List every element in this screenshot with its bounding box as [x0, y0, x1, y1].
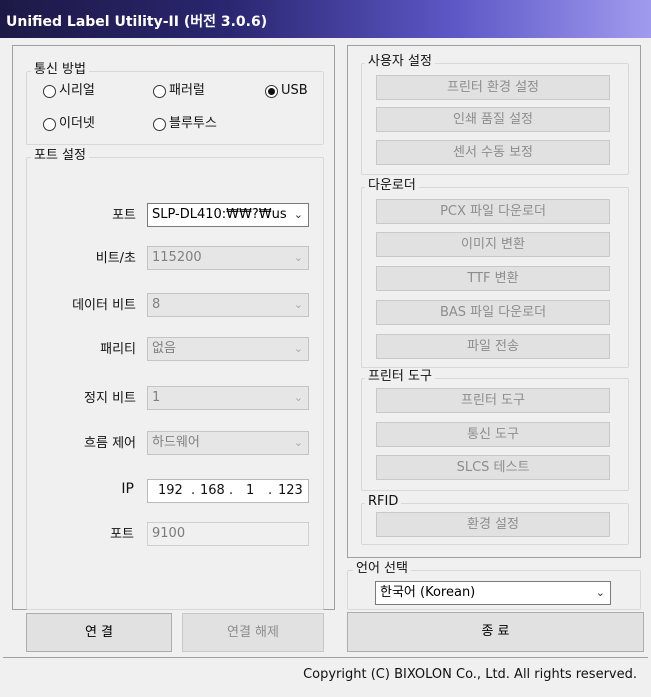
ip-dot-3: .: [268, 483, 273, 498]
language-select[interactable]: 한국어 (Korean) ⌄: [375, 581, 611, 605]
rfid-legend: RFID: [365, 494, 402, 510]
user-settings-legend: 사용자 설정: [365, 54, 435, 70]
port-select-value: SLP-DL410:₩₩?₩us: [152, 207, 287, 222]
radio-parallel[interactable]: 패러럴: [153, 83, 205, 99]
stopbits-select[interactable]: 1 ⌄: [147, 386, 309, 410]
radio-ethernet-label: 이더넷: [59, 116, 95, 131]
pcx-downloader-button[interactable]: PCX 파일 다운로더: [376, 199, 610, 224]
radio-usb-dot: [265, 84, 278, 98]
printer-tools-legend: 프린터 도구: [365, 369, 435, 385]
chevron-down-icon: ⌄: [293, 298, 303, 311]
language-select-value: 한국어 (Korean): [380, 585, 476, 600]
port-label: 포트: [112, 208, 136, 223]
chevron-down-icon: ⌄: [293, 391, 303, 404]
image-convert-button[interactable]: 이미지 변환: [376, 232, 610, 257]
chevron-down-icon: ⌄: [293, 436, 303, 449]
radio-serial[interactable]: 시리얼: [43, 83, 95, 99]
radio-ethernet[interactable]: 이더넷: [43, 116, 95, 132]
chevron-down-icon: ⌄: [595, 586, 605, 599]
radio-bluetooth-label: 블루투스: [169, 116, 217, 131]
radio-usb[interactable]: USB: [265, 83, 308, 99]
databits-select[interactable]: 8 ⌄: [147, 293, 309, 317]
port-select[interactable]: SLP-DL410:₩₩?₩us ⌄: [147, 203, 309, 227]
tcp-port-label: 포트: [110, 527, 134, 542]
radio-ethernet-dot: [43, 117, 56, 131]
parity-label: 패리티: [100, 342, 136, 357]
ip-octet-1[interactable]: 192: [158, 480, 183, 502]
radio-bluetooth-dot: [153, 117, 166, 131]
printer-tool-button[interactable]: 프린터 도구: [376, 388, 610, 413]
printer-env-settings-button[interactable]: 프린터 환경 설정: [376, 75, 610, 100]
bas-downloader-button[interactable]: BAS 파일 다운로더: [376, 300, 610, 325]
ip-octet-3[interactable]: 1: [246, 480, 254, 502]
language-legend: 언어 선택: [353, 561, 411, 577]
parity-select-value: 없음: [152, 341, 176, 356]
footer-divider: [3, 657, 648, 658]
file-transfer-button[interactable]: 파일 전송: [376, 334, 610, 359]
sensor-calibration-button[interactable]: 센서 수동 보정: [376, 140, 610, 165]
databits-label: 데이터 비트: [72, 298, 136, 313]
radio-serial-dot: [43, 84, 56, 98]
chevron-down-icon: ⌄: [293, 208, 303, 221]
connect-button[interactable]: 연 결: [26, 613, 172, 652]
stopbits-label: 정지 비트: [84, 391, 136, 406]
slcs-test-button[interactable]: SLCS 테스트: [376, 455, 610, 480]
radio-usb-label: USB: [281, 83, 308, 98]
copyright-text: Copyright (C) BIXOLON Co., Ltd. All righ…: [303, 667, 637, 682]
baud-select-value: 115200: [152, 250, 202, 265]
comm-method-legend: 통신 방법: [31, 62, 89, 78]
flow-select-value: 하드웨어: [152, 435, 200, 450]
radio-parallel-dot: [153, 84, 166, 98]
disconnect-button[interactable]: 연결 해제: [182, 613, 324, 652]
ip-octet-4[interactable]: 123: [278, 480, 303, 502]
radio-parallel-label: 패러럴: [169, 83, 205, 98]
chevron-down-icon: ⌄: [293, 342, 303, 355]
comm-tool-button[interactable]: 통신 도구: [376, 422, 610, 447]
tcp-port-field[interactable]: 9100: [147, 522, 309, 546]
rfid-settings-button[interactable]: 환경 설정: [376, 512, 610, 537]
ttf-convert-button[interactable]: TTF 변환: [376, 266, 610, 291]
baud-label: 비트/초: [95, 251, 136, 266]
parity-select[interactable]: 없음 ⌄: [147, 337, 309, 361]
ip-label: IP: [121, 481, 134, 497]
stopbits-select-value: 1: [152, 390, 161, 405]
ip-dot-2: .: [229, 483, 234, 498]
baud-select[interactable]: 115200 ⌄: [147, 246, 309, 270]
exit-button[interactable]: 종 료: [347, 612, 644, 652]
chevron-down-icon: ⌄: [293, 251, 303, 264]
ip-dot-1: .: [191, 483, 196, 498]
radio-bluetooth[interactable]: 블루투스: [153, 116, 217, 132]
ip-octet-2[interactable]: 168: [200, 480, 225, 502]
flow-label: 흐름 제어: [84, 436, 136, 451]
flow-select[interactable]: 하드웨어 ⌄: [147, 431, 309, 455]
ip-address-field[interactable]: 192 . 168 . 1 . 123: [147, 479, 309, 503]
databits-select-value: 8: [152, 297, 161, 312]
print-quality-settings-button[interactable]: 인쇄 품질 설정: [376, 107, 610, 132]
window-title: Unified Label Utility-II (버전 3.0.6): [0, 0, 651, 38]
radio-serial-label: 시리얼: [59, 83, 95, 98]
downloader-legend: 다운로더: [365, 178, 419, 194]
port-settings-legend: 포트 설정: [31, 148, 89, 164]
